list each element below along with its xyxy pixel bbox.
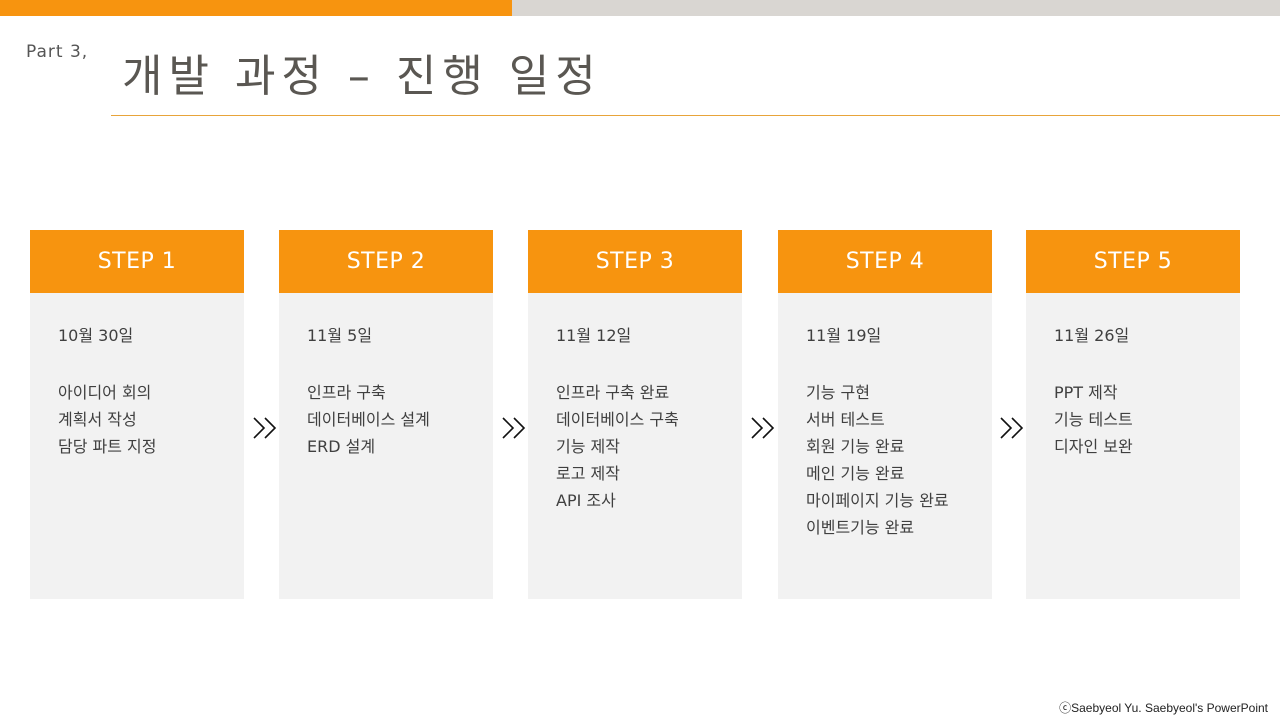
step-task: 데이터베이스 구축 (556, 410, 679, 429)
top-gray-bar (512, 0, 1280, 16)
copyright-footer: ⓒSaebyeol Yu. Saebyeol's PowerPoint (1059, 701, 1268, 715)
step-task-list: PPT 제작 기능 테스트 디자인 보완 (1054, 379, 1226, 460)
step-task: 로고 제작 (556, 464, 620, 483)
step-task-list: 인프라 구축 완료 데이터베이스 구축 기능 제작 로고 제작 API 조사 (556, 379, 728, 514)
title-divider (111, 115, 1280, 116)
step-date: 11월 19일 (806, 326, 882, 345)
step-task-list: 인프라 구축 데이터베이스 설계 ERD 설계 (307, 379, 479, 460)
step-task: 서버 테스트 (806, 410, 885, 429)
step-card-3: STEP 3 11월 12일 인프라 구축 완료 데이터베이스 구축 기능 제작… (528, 230, 742, 599)
step-task: 회원 기능 완료 (806, 437, 905, 456)
step-date: 11월 12일 (556, 326, 632, 345)
top-accent-bar (0, 0, 512, 16)
double-chevron-right-icon (751, 417, 775, 439)
step-task: 담당 파트 지정 (58, 437, 157, 456)
step-task-list: 기능 구현 서버 테스트 회원 기능 완료 메인 기능 완료 마이페이지 기능 … (806, 379, 978, 541)
double-chevron-right-icon (1000, 417, 1024, 439)
step-task: 기능 제작 (556, 437, 620, 456)
step-card-2: STEP 2 11월 5일 인프라 구축 데이터베이스 설계 ERD 설계 (279, 230, 493, 599)
step-task: 기능 구현 (806, 383, 870, 402)
step-task: PPT 제작 (1054, 383, 1118, 402)
page-title: 개발 과정 – 진행 일정 (122, 51, 602, 102)
part-label: Part 3, (26, 42, 89, 62)
step-task: API 조사 (556, 491, 616, 510)
step-date: 10월 30일 (58, 326, 134, 345)
step-task: 계획서 작성 (58, 410, 137, 429)
step-task-list: 아이디어 회의 계획서 작성 담당 파트 지정 (58, 379, 230, 460)
double-chevron-right-icon (253, 417, 277, 439)
step-header: STEP 1 (30, 230, 244, 293)
step-task: 마이페이지 기능 완료 (806, 491, 949, 510)
step-task: 인프라 구축 완료 (556, 383, 670, 402)
step-header: STEP 2 (279, 230, 493, 293)
step-task: 아이디어 회의 (58, 383, 152, 402)
step-header: STEP 5 (1026, 230, 1240, 293)
step-header: STEP 4 (778, 230, 992, 293)
step-date: 11월 5일 (307, 326, 373, 345)
step-task: 인프라 구축 (307, 383, 386, 402)
step-card-4: STEP 4 11월 19일 기능 구현 서버 테스트 회원 기능 완료 메인 … (778, 230, 992, 599)
double-chevron-right-icon (502, 417, 526, 439)
step-card-1: STEP 1 10월 30일 아이디어 회의 계획서 작성 담당 파트 지정 (30, 230, 244, 599)
step-task: ERD 설계 (307, 437, 376, 456)
step-task: 이벤트기능 완료 (806, 518, 915, 537)
step-date: 11월 26일 (1054, 326, 1130, 345)
step-task: 기능 테스트 (1054, 410, 1133, 429)
step-task: 데이터베이스 설계 (307, 410, 430, 429)
step-task: 디자인 보완 (1054, 437, 1133, 456)
step-task: 메인 기능 완료 (806, 464, 905, 483)
step-card-5: STEP 5 11월 26일 PPT 제작 기능 테스트 디자인 보완 (1026, 230, 1240, 599)
step-header: STEP 3 (528, 230, 742, 293)
